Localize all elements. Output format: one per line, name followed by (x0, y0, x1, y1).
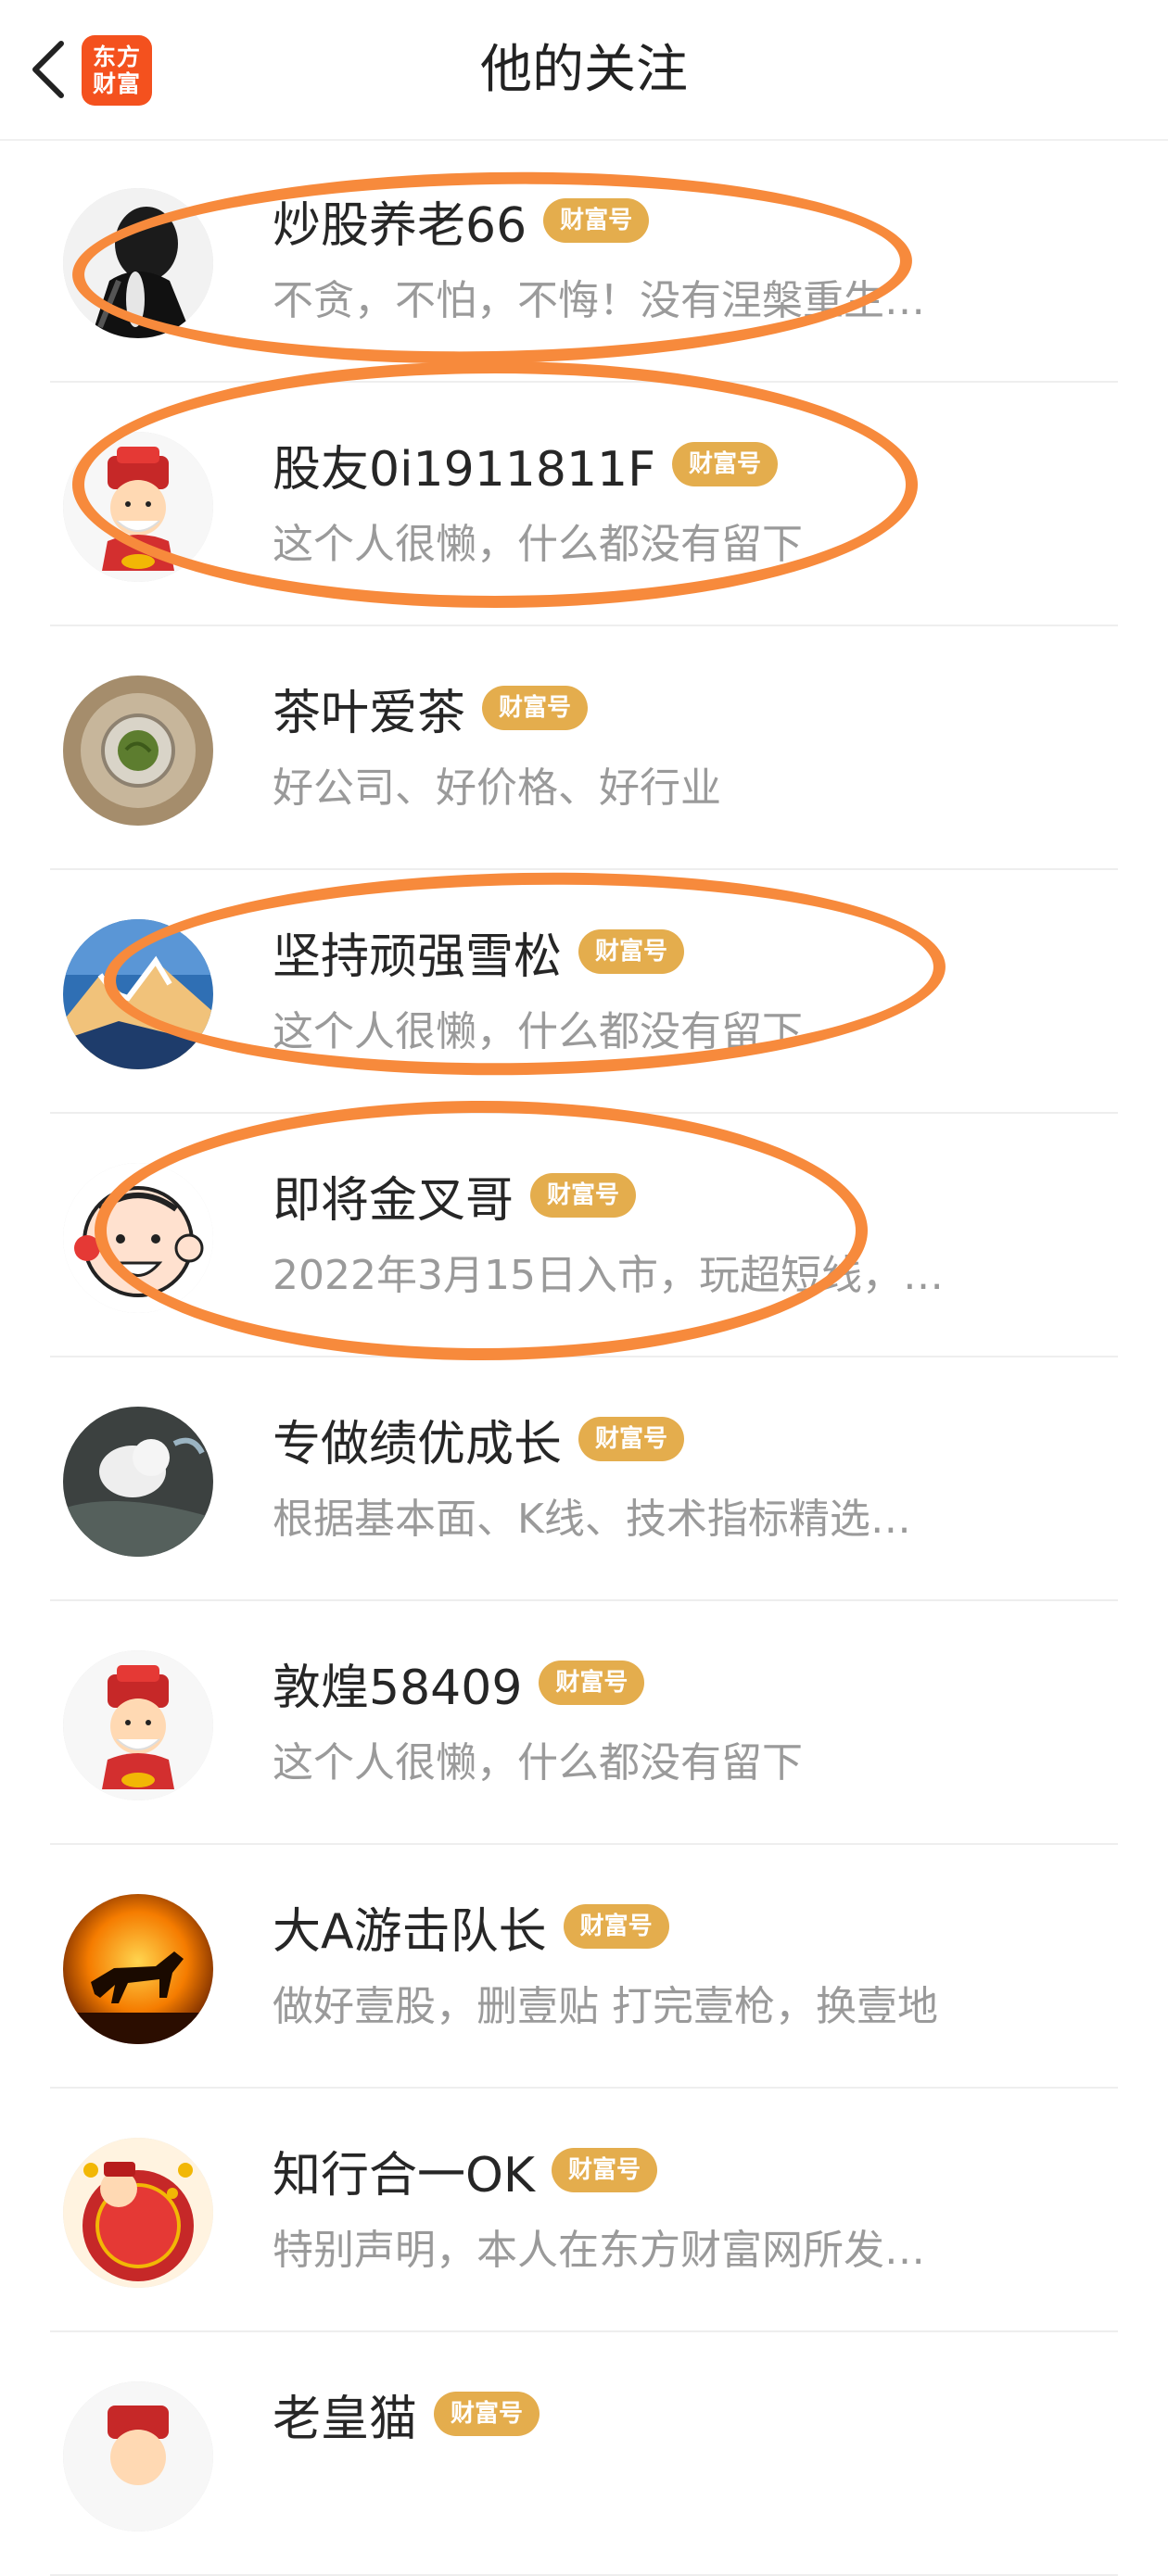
user-bio: 做好壹股，删壹贴 打完壹枪，换壹地 (273, 1983, 938, 2030)
avatar[interactable] (63, 2138, 213, 2288)
list-item[interactable]: 茶叶爱茶 财富号 好公司、好价格、好行业 (50, 626, 1118, 870)
user-name: 老皇猫 (273, 2391, 418, 2447)
user-name: 知行合一OK (273, 2147, 536, 2203)
avatar[interactable] (63, 1894, 213, 2044)
caifuhao-badge: 财富号 (578, 929, 685, 974)
caifuhao-badge: 财富号 (543, 198, 650, 243)
user-bio: 2022年3月15日入市，玩超短线，… (273, 1252, 944, 1299)
user-name: 股友0i1911811F (273, 441, 656, 498)
avatar[interactable] (63, 432, 213, 582)
user-name: 专做绩优成长 (273, 1416, 563, 1472)
user-name: 敦煌58409 (273, 1660, 523, 1716)
list-item[interactable]: 专做绩优成长 财富号 根据基本面、K线、技术指标精选… (50, 1357, 1118, 1601)
user-bio: 特别声明，本人在东方财富网所发… (273, 2227, 925, 2274)
avatar[interactable] (63, 188, 213, 338)
list-item[interactable]: 坚持顽强雪松 财富号 这个人很懒，什么都没有留下 (50, 870, 1118, 1114)
user-bio: 根据基本面、K线、技术指标精选… (273, 1496, 911, 1543)
user-name: 炒股养老66 (273, 197, 527, 254)
list-item[interactable]: 知行合一OK 财富号 特别声明，本人在东方财富网所发… (50, 2089, 1118, 2332)
caifuhao-badge: 财富号 (530, 1173, 637, 1218)
user-name: 即将金叉哥 (273, 1172, 514, 1229)
list-item[interactable]: 股友0i1911811F 财富号 这个人很懒，什么都没有留下 (50, 383, 1118, 626)
list-item[interactable]: 即将金叉哥 财富号 2022年3月15日入市，玩超短线，… (50, 1114, 1118, 1357)
user-bio: 不贪，不怕，不悔！没有涅槃重生… (273, 277, 925, 324)
avatar[interactable] (63, 919, 213, 1069)
list-item[interactable]: 敦煌58409 财富号 这个人很懒，什么都没有留下 (50, 1601, 1118, 1845)
following-list: 炒股养老66 财富号 不贪，不怕，不悔！没有涅槃重生… 股友0i1911811F… (0, 139, 1168, 2576)
avatar[interactable] (63, 676, 213, 826)
page-title: 他的关注 (480, 40, 688, 100)
avatar[interactable] (63, 1163, 213, 1313)
caifuhao-badge: 财富号 (552, 2148, 658, 2192)
caifuhao-badge: 财富号 (482, 686, 589, 730)
caifuhao-badge: 财富号 (539, 1661, 645, 1705)
list-item[interactable]: 炒股养老66 财富号 不贪，不怕，不悔！没有涅槃重生… (50, 139, 1118, 383)
user-bio: 好公司、好价格、好行业 (273, 764, 721, 812)
list-item[interactable]: 大A游击队长 财富号 做好壹股，删壹贴 打完壹枪，换壹地 (50, 1845, 1118, 2089)
avatar[interactable] (63, 1650, 213, 1800)
caifuhao-badge: 财富号 (434, 2392, 540, 2436)
caifuhao-badge: 财富号 (578, 1417, 685, 1461)
list-item[interactable]: 老皇猫 财富号 (50, 2332, 1118, 2576)
user-name: 茶叶爱茶 (273, 685, 466, 741)
user-name: 坚持顽强雪松 (273, 928, 563, 985)
user-name: 大A游击队长 (273, 1903, 547, 1960)
user-bio: 这个人很懒，什么都没有留下 (273, 1739, 803, 1787)
top-bar: 东方 财富 他的关注 (0, 0, 1168, 141)
avatar[interactable] (63, 2381, 213, 2532)
caifuhao-badge: 财富号 (563, 1904, 669, 1949)
caifuhao-badge: 财富号 (672, 442, 779, 486)
user-bio: 这个人很懒，什么都没有留下 (273, 521, 803, 568)
avatar[interactable] (63, 1407, 213, 1557)
user-bio: 这个人很懒，什么都没有留下 (273, 1008, 803, 1055)
user-bio (273, 2462, 1070, 2527)
